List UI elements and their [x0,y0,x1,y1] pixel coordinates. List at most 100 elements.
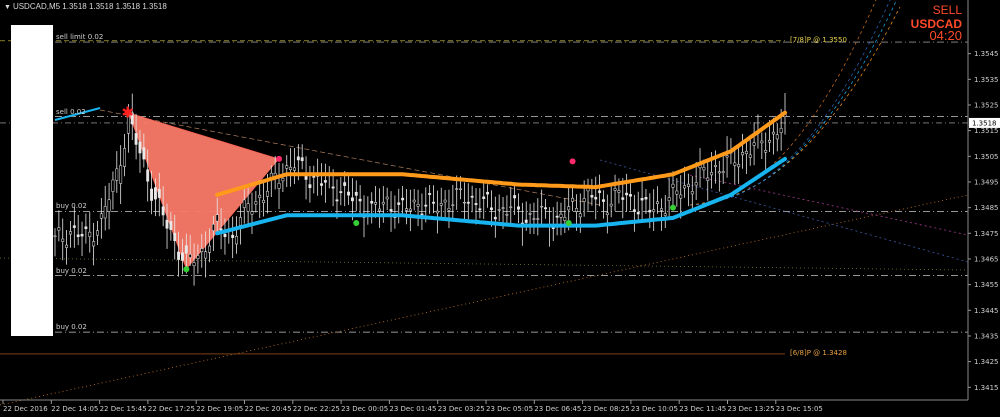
candle-body [714,165,717,167]
swing-marker [565,220,572,227]
price-tick-label: 1.3515 [974,127,999,135]
candle-body [262,199,266,204]
time-tick-label: 22 Dec 15:45 [100,405,147,413]
candle-body [752,142,756,146]
time-tick-label: 22 Dec 19:05 [196,405,243,413]
candle-body [613,188,617,191]
candle-body [513,195,517,199]
candle-body [215,214,219,222]
candle-body [764,150,768,153]
candle-body [235,236,238,245]
candle-body [540,206,544,208]
candle-body [84,226,88,229]
info-panel [11,25,53,336]
candle-body [466,201,470,204]
candle-body [323,180,327,183]
candle-body [192,262,196,266]
candle-body [211,223,215,231]
candle-body [385,196,389,200]
price-tick-label: 1.3495 [974,178,999,186]
sell-signal-icon: ✱ [121,104,134,122]
candle-body [744,150,748,155]
candle-body [138,141,142,154]
candle-body [706,177,710,181]
candle-body [652,209,656,212]
candle-body [231,234,235,238]
candle-body [710,172,714,176]
candle-body [184,245,188,254]
candle-body [335,199,339,202]
candle-body [567,206,571,211]
candle-body [416,204,420,207]
candle-body [250,211,254,215]
candle-body [686,183,690,187]
candle-body [435,210,439,214]
candle-body [347,191,350,196]
candle-body [721,171,725,174]
candle-body [146,169,150,182]
candle-body [598,190,602,193]
current-price-label: 1.3518 [972,119,997,127]
time-tick-label: 23 Dec 03:25 [438,405,485,413]
candle-body [300,157,304,162]
candle-body [88,231,92,237]
chart-background [0,0,1000,417]
price-tick-label: 1.3465 [974,255,999,263]
candle-body [68,231,72,235]
candle-body [563,217,567,221]
price-tick-label: 1.3505 [974,153,999,161]
candle-body [281,178,285,182]
time-tick-label: 23 Dec 05:05 [486,405,533,413]
candle-body [115,168,119,181]
candle-body [358,198,362,202]
candle-body [544,207,547,210]
candle-body [397,202,401,205]
candle-body [238,217,242,226]
signal-countdown: 04:20 [929,28,962,43]
candle-body [96,230,99,236]
price-tick-label: 1.3415 [974,384,999,392]
candle-body [80,233,84,237]
price-tick-label: 1.3435 [974,332,999,340]
time-tick-label: 22 Dec 14:05 [51,405,98,413]
time-tick-label: 23 Dec 00:05 [341,405,388,413]
candle-body [447,208,451,211]
chevron-down-icon[interactable]: ▼ [4,4,11,11]
price-tick-label: 1.3455 [974,281,999,289]
candle-body [455,188,459,190]
time-tick-label: 23 Dec 11:45 [679,405,726,413]
candle-body [779,128,783,133]
candle-body [293,167,296,171]
time-tick-label: 23 Dec 06:45 [534,405,581,413]
candle-body [617,190,621,193]
order-level-label: sell limit 0.02 [56,33,104,42]
candle-body [343,182,347,186]
candle-body [296,156,300,161]
swing-marker [353,220,360,227]
candle-body [656,201,659,204]
candle-body [354,191,358,196]
candle-body [99,213,103,219]
time-tick-label: 23 Dec 15:05 [776,405,823,413]
candle-body [517,206,520,210]
candle-body [339,191,343,194]
candle-body [555,215,559,218]
candle-body [242,199,246,208]
price-tick-label: 1.3475 [974,230,999,238]
candle-body [578,213,582,218]
price-chart[interactable]: ✱ 1.3545 1.3535 1.3525 1.3515 1.3505 1.3495 1.… [0,0,1000,417]
candle-body [57,227,61,231]
candle-body [405,208,408,211]
candle-body [571,197,575,202]
candle-body [737,164,741,168]
candle-body [165,219,169,229]
candle-body [459,188,463,190]
time-tick-label: 23 Dec 08:25 [583,405,630,413]
candle-body [574,208,578,212]
candle-body [254,201,258,205]
candle-body [474,203,478,205]
candle-body [671,183,675,188]
symbol-header[interactable]: ▼ USDCAD,M5 1.3518 1.3518 1.3518 1.3518 [4,2,167,11]
candle-body [258,194,262,198]
candle-body [320,183,323,186]
